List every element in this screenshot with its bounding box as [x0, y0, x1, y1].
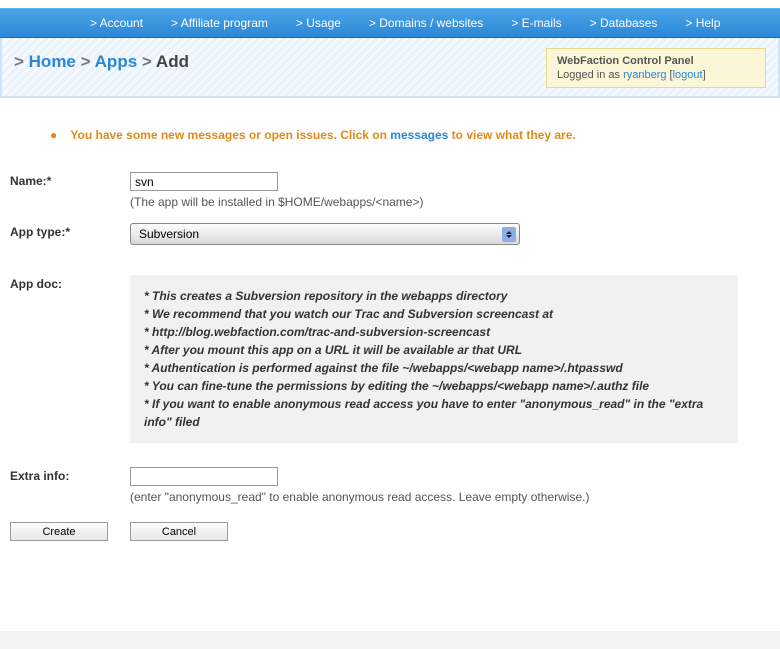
cancel-button[interactable]: Cancel — [130, 522, 228, 541]
name-hint: (The app will be installed in $HOME/weba… — [130, 195, 770, 209]
breadcrumb-home[interactable]: Home — [29, 52, 76, 71]
doc-line: * If you want to enable anonymous read a… — [144, 395, 724, 431]
nav-affiliate[interactable]: > Affiliate program — [171, 16, 268, 30]
nav-help[interactable]: > Help — [685, 16, 720, 30]
userbox-title: WebFaction Control Panel — [557, 55, 755, 67]
header-strip: > Home > Apps > Add WebFaction Control P… — [0, 38, 780, 98]
extra-info-input[interactable] — [130, 467, 278, 486]
app-type-select[interactable]: Subversion — [130, 223, 520, 245]
chevron-updown-icon — [502, 227, 516, 242]
userbox-username[interactable]: ryanberg — [623, 69, 666, 81]
app-doc-box: * This creates a Subversion repository i… — [130, 275, 738, 443]
logout-link[interactable]: logout — [673, 69, 703, 81]
nav-domains[interactable]: > Domains / websites — [369, 16, 483, 30]
content-area: ● You have some new messages or open iss… — [0, 98, 780, 581]
create-button[interactable]: Create — [10, 522, 108, 541]
name-input[interactable] — [130, 172, 278, 191]
doc-line: * We recommend that you watch our Trac a… — [144, 305, 724, 323]
doc-line: * http://blog.webfaction.com/trac-and-su… — [144, 323, 724, 341]
doc-line: * This creates a Subversion repository i… — [144, 287, 724, 305]
userbox-logged-text: Logged in as — [557, 69, 623, 81]
extra-info-label: Extra info: — [10, 467, 130, 483]
bullet-icon: ● — [50, 128, 57, 142]
footer-strip — [0, 631, 780, 649]
top-nav: > Account > Affiliate program > Usage > … — [0, 8, 780, 38]
nav-account[interactable]: > Account — [90, 16, 143, 30]
doc-line: * After you mount this app on a URL it w… — [144, 341, 724, 359]
breadcrumb-apps[interactable]: Apps — [95, 52, 138, 71]
notice-text-2: to view what they are. — [448, 128, 575, 142]
nav-databases[interactable]: > Databases — [590, 16, 658, 30]
nav-usage[interactable]: > Usage — [296, 16, 341, 30]
app-type-label: App type:* — [10, 223, 130, 239]
app-type-value: Subversion — [139, 227, 199, 241]
notice-bar: ● You have some new messages or open iss… — [50, 128, 770, 142]
extra-info-hint: (enter "anonymous_read" to enable anonym… — [130, 490, 770, 504]
nav-emails[interactable]: > E-mails — [511, 16, 561, 30]
messages-link[interactable]: messages — [390, 128, 448, 142]
user-box: WebFaction Control Panel Logged in as ry… — [546, 48, 766, 88]
breadcrumb-current: Add — [156, 52, 189, 71]
notice-text-1: You have some new messages or open issue… — [70, 128, 390, 142]
doc-line: * You can fine-tune the permissions by e… — [144, 377, 724, 395]
doc-line: * Authentication is performed against th… — [144, 359, 724, 377]
name-label: Name:* — [10, 172, 130, 188]
app-doc-label: App doc: — [10, 275, 130, 291]
